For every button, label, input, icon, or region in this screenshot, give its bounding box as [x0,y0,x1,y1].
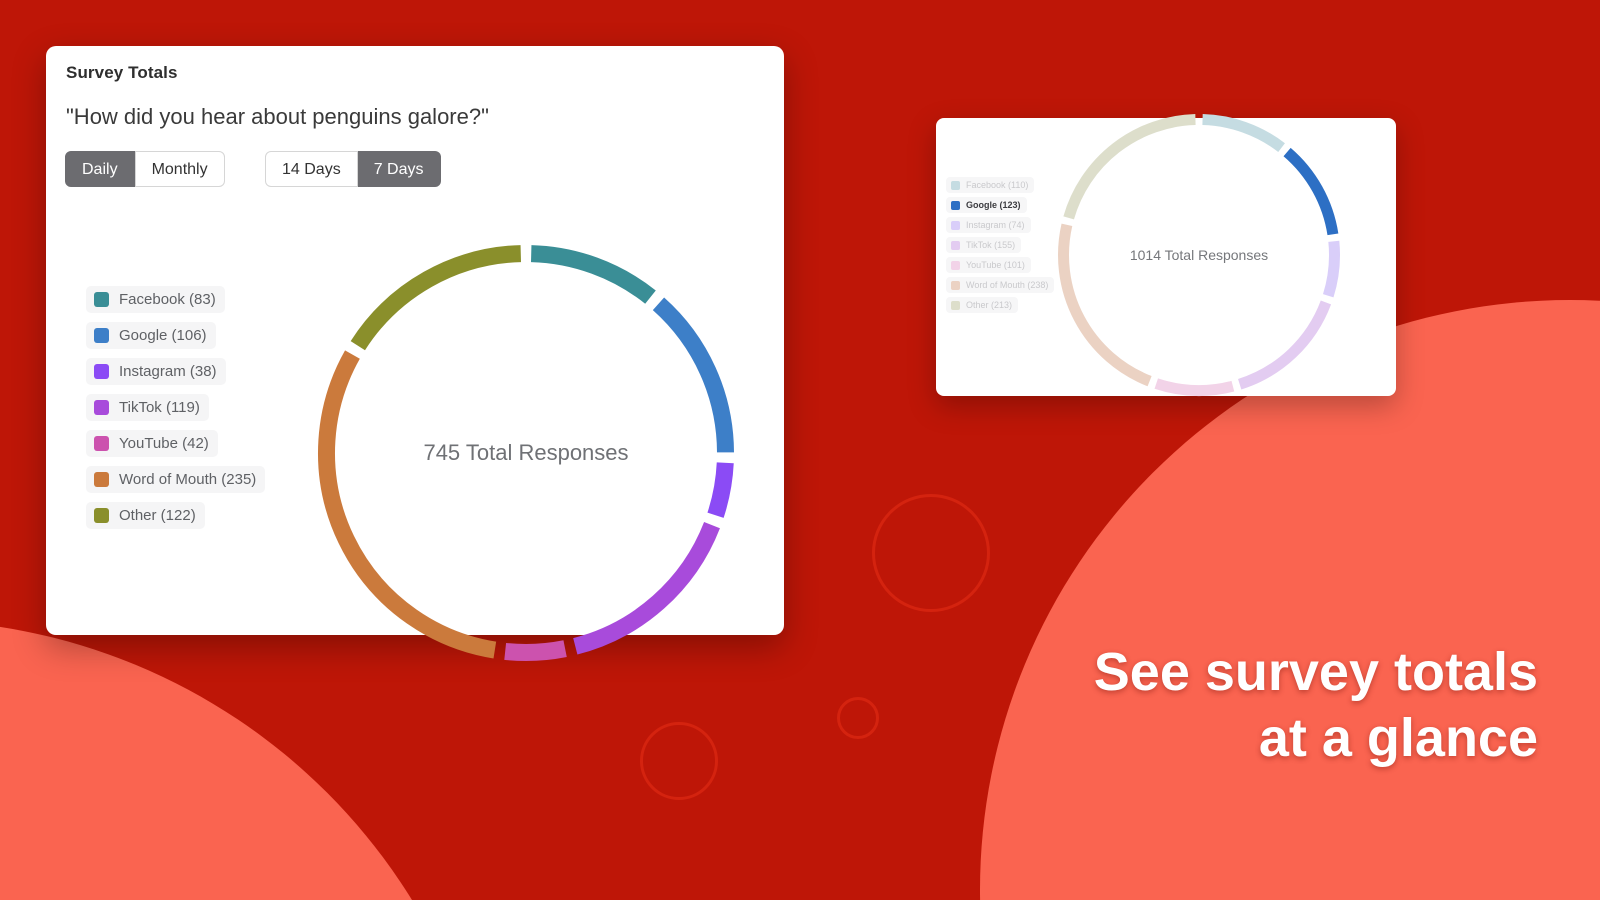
promo-headline: See survey totals at a glance [918,640,1538,772]
decorative-ring-small [837,697,879,739]
legend-item-label: Instagram (38) [119,363,217,380]
legend-item[interactable]: Instagram (74) [946,217,1031,233]
promo-headline-line-1: See survey totals [1093,642,1538,702]
legend-item[interactable]: Google (106) [86,322,216,349]
legend-item-label: YouTube (42) [119,435,209,452]
legend-item[interactable]: Google (123) [946,197,1027,213]
page-title: Survey Totals [66,63,178,82]
chart-legend-secondary: Facebook (110) Google (123) Instagram (74)… [946,177,1055,317]
legend-item[interactable]: Facebook (110) [946,177,1035,193]
tab-monthly[interactable]: Monthly [134,151,225,187]
legend-color-swatch [94,328,109,343]
legend-item-label: TikTok (119) [119,399,200,416]
legend-color-swatch [94,436,109,451]
legend-color-swatch [951,220,960,230]
legend-item[interactable]: Other (213) [946,297,1019,313]
donut-segment[interactable] [1202,114,1285,153]
legend-color-swatch [951,200,960,210]
legend-color-swatch [951,300,960,310]
donut-segment[interactable] [652,297,734,453]
donut-segment[interactable] [318,350,497,659]
interval-toggle-group: Daily Monthly [65,151,225,187]
legend-item-label: Google (106) [119,327,207,344]
legend-color-swatch [94,292,109,307]
legend-item-label: YouTube (101) [966,260,1025,270]
donut-chart-secondary [1058,114,1340,396]
legend-item-label: Instagram (74) [966,220,1025,230]
legend-item[interactable]: Word of Mouth (235) [86,466,266,493]
donut-segment[interactable] [350,245,522,351]
legend-item-label: Google (123) [966,200,1021,210]
donut-chart-main [318,245,734,661]
legend-color-swatch [951,240,960,250]
chart-legend: Facebook (83) Google (106) Instagram (38) T… [86,286,266,538]
tab-7-days[interactable]: 7 Days [357,151,441,187]
legend-item-label: Facebook (83) [119,291,216,308]
donut-segment[interactable] [504,640,567,661]
donut-segment[interactable] [1283,147,1339,236]
legend-item-label: Word of Mouth (235) [119,471,257,488]
legend-color-swatch [94,508,109,523]
donut-segment[interactable] [1063,114,1196,220]
legend-color-swatch [94,472,109,487]
decorative-ring-medium [640,722,718,800]
legend-item[interactable]: YouTube (42) [86,430,218,457]
legend-color-swatch [951,260,960,270]
promo-headline-line-2: at a glance [1258,707,1538,768]
legend-item-label: Other (122) [119,507,196,524]
legend-color-swatch [94,364,109,379]
survey-question: "How did you hear about penguins galore?… [66,104,489,129]
legend-color-swatch [951,280,960,290]
legend-color-swatch [94,400,109,415]
legend-item-label: TikTok (155) [966,240,1016,250]
donut-segment[interactable] [707,462,734,518]
legend-item[interactable]: Other (122) [86,502,205,529]
donut-segment[interactable] [573,521,720,655]
legend-item[interactable]: YouTube (101) [946,257,1031,273]
legend-item[interactable]: Instagram (38) [86,358,226,385]
legend-item-label: Other (213) [966,300,1013,310]
legend-item[interactable]: TikTok (119) [86,394,209,421]
range-toggle-group: 14 Days 7 Days [265,151,441,187]
survey-totals-card-secondary: Facebook (110) Google (123) Instagram (74)… [936,114,1396,396]
legend-item[interactable]: TikTok (155) [946,237,1022,253]
donut-segment[interactable] [530,245,656,304]
tab-14-days[interactable]: 14 Days [265,151,358,187]
donut-segment[interactable] [1322,240,1340,298]
donut-segment[interactable] [1154,378,1235,396]
donut-segment[interactable] [1058,223,1152,387]
legend-item[interactable]: Word of Mouth (238) [946,277,1055,293]
legend-item-label: Facebook (110) [966,180,1029,190]
legend-color-swatch [951,180,960,190]
survey-totals-card: Survey Totals "How did you hear about pe… [46,46,784,661]
legend-item-label: Word of Mouth (238) [966,280,1049,290]
decorative-ring-large [872,494,990,612]
tab-daily[interactable]: Daily [65,151,135,187]
legend-item[interactable]: Facebook (83) [86,286,225,313]
donut-segment[interactable] [1237,300,1332,390]
